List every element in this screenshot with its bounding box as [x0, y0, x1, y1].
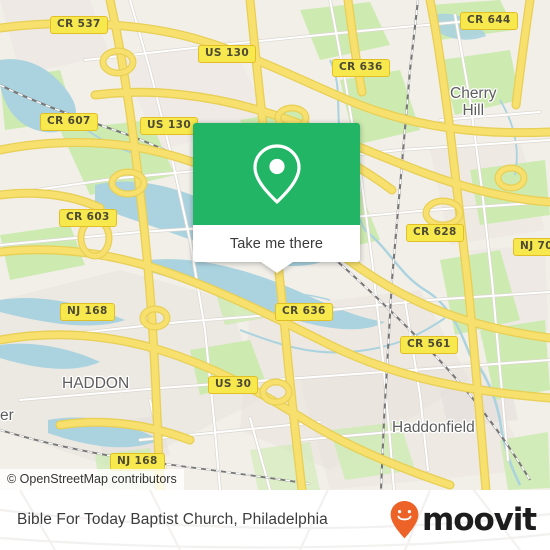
- place-label-haddon: HADDON: [62, 375, 130, 392]
- place-label-clipped-left: er: [0, 407, 14, 424]
- route-shield-cr-607[interactable]: CR 607: [40, 113, 98, 131]
- osm-attribution[interactable]: © OpenStreetMap contributors: [0, 469, 184, 490]
- route-shield-nj-70[interactable]: NJ 70: [513, 238, 550, 256]
- route-shield-us-130-s[interactable]: US 130: [140, 117, 199, 135]
- page-footer: Bible For Today Baptist Church, Philadel…: [0, 490, 550, 550]
- take-me-there-label: Take me there: [229, 235, 324, 252]
- map-pin-icon: [252, 144, 301, 204]
- route-shield-cr-603[interactable]: CR 603: [59, 209, 117, 227]
- route-shield-us-30[interactable]: US 30: [208, 376, 259, 394]
- moovit-wordmark: moovit: [422, 501, 537, 538]
- route-shield-cr-644[interactable]: CR 644: [460, 12, 518, 30]
- route-shield-cr-636-m[interactable]: CR 636: [275, 303, 333, 321]
- route-shield-cr-636-n[interactable]: CR 636: [332, 59, 390, 77]
- route-shield-cr-561[interactable]: CR 561: [400, 336, 458, 354]
- route-shield-cr-537[interactable]: CR 537: [50, 16, 108, 34]
- location-popup[interactable]: Take me there: [193, 123, 360, 273]
- place-title: Bible For Today Baptist Church, Philadel…: [17, 511, 328, 528]
- map-canvas[interactable]: .wtr { fill:#aad3df; } .wln { stroke:#aa…: [0, 0, 550, 490]
- popup-header: [193, 123, 360, 225]
- place-label-haddonfield: Haddonfield: [392, 419, 475, 436]
- route-shield-cr-628[interactable]: CR 628: [406, 224, 464, 242]
- route-shield-nj-168-n[interactable]: NJ 168: [60, 303, 115, 321]
- route-shield-us-130-n[interactable]: US 130: [198, 45, 257, 63]
- map-page: .wtr { fill:#aad3df; } .wln { stroke:#aa…: [0, 0, 550, 550]
- moovit-logo[interactable]: moovit: [389, 500, 537, 540]
- moovit-smiley-pin-icon: [390, 501, 419, 539]
- popup-pointer: [260, 262, 293, 273]
- popup-footer[interactable]: Take me there: [193, 225, 360, 262]
- place-label-cherry-hill: Cherry Hill: [450, 85, 497, 119]
